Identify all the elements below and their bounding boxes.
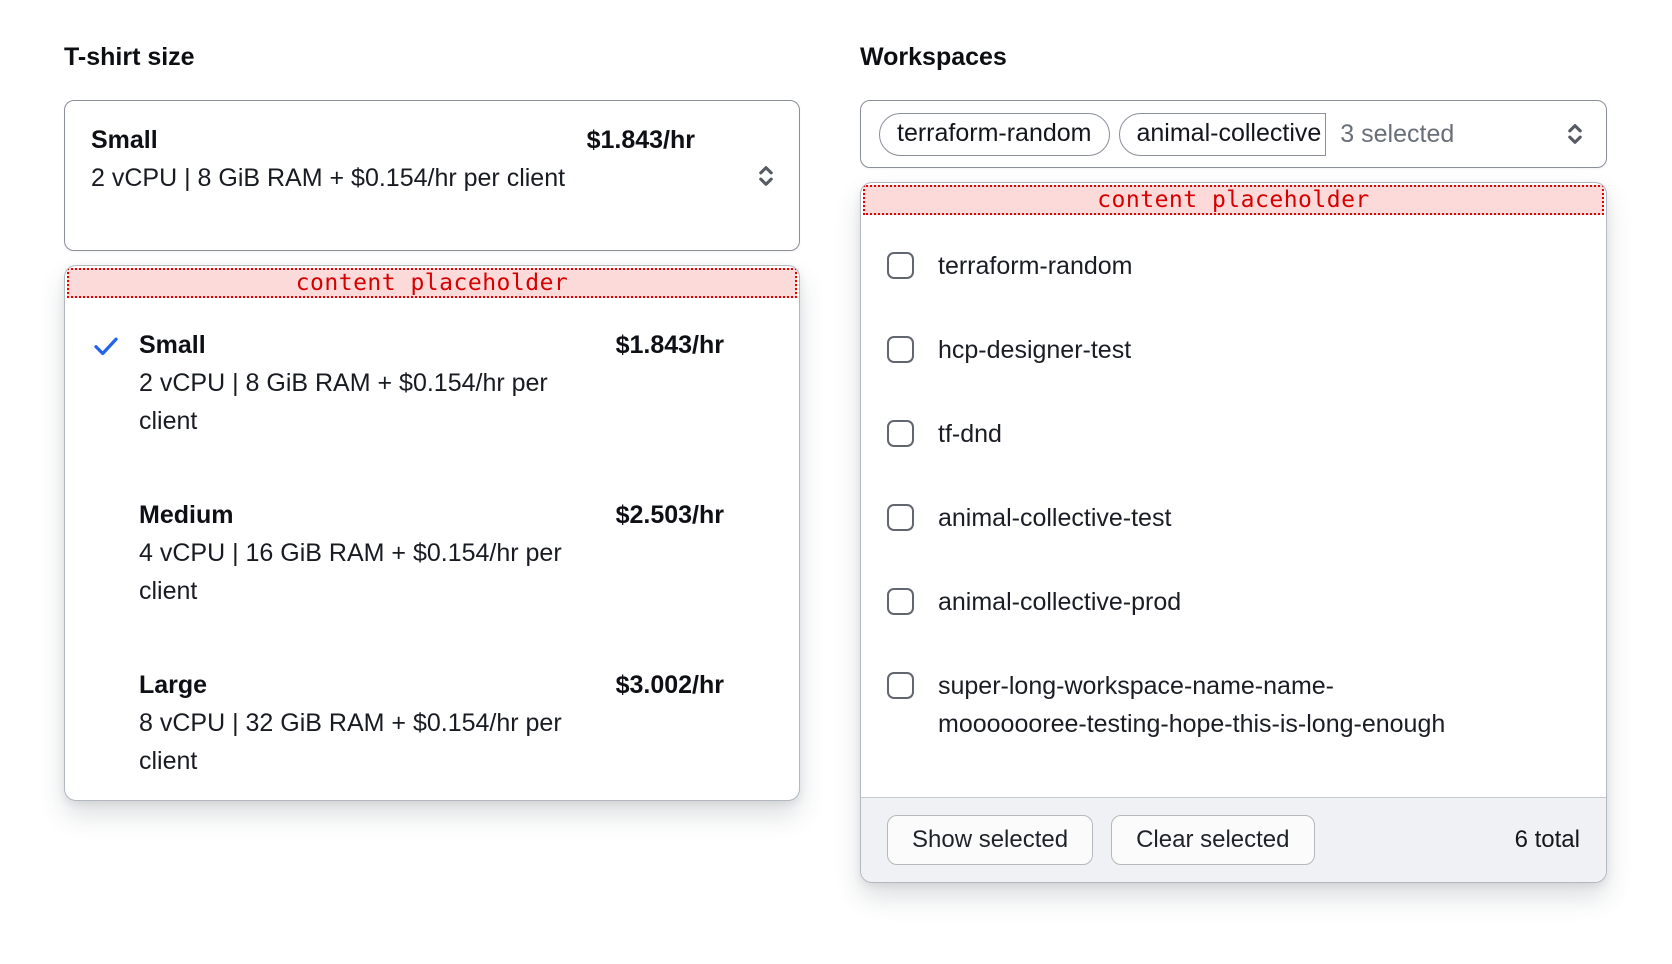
option-price: $3.002/hr — [616, 666, 724, 704]
chevron-updown-icon — [1562, 121, 1588, 147]
option-large[interactable]: Large $3.002/hr 8 vCPU | 32 GiB RAM + $0… — [91, 666, 724, 780]
workspaces-field: Workspaces terraform-random animal-colle… — [860, 42, 1607, 883]
checkbox[interactable] — [887, 588, 914, 615]
checkbox[interactable] — [887, 420, 914, 447]
checkbox[interactable] — [887, 672, 914, 699]
workspace-option[interactable]: animal-collective-test — [887, 499, 1582, 537]
workspaces-listbox: content placeholder terraform-random hcp… — [860, 182, 1607, 883]
workspace-option-label: hcp-designer-test — [938, 331, 1131, 369]
workspace-option-label: animal-collective-prod — [938, 583, 1181, 621]
workspace-option-label: tf-dnd — [938, 415, 1002, 453]
tshirt-size-field: T-shirt size Small $1.843/hr 2 vCPU | 8 … — [64, 42, 800, 801]
option-title: Small — [139, 326, 616, 364]
workspaces-options: terraform-random hcp-designer-test tf-dn… — [861, 217, 1606, 797]
tshirt-size-listbox: content placeholder Small $1.843/hr 2 vC… — [64, 265, 800, 801]
show-selected-button[interactable]: Show selected — [887, 815, 1093, 865]
option-description: 8 vCPU | 32 GiB RAM + $0.154/hr per clie… — [139, 704, 584, 780]
workspace-option[interactable]: terraform-random — [887, 247, 1582, 285]
selected-count: 3 selected — [1340, 120, 1454, 149]
page: T-shirt size Small $1.843/hr 2 vCPU | 8 … — [0, 0, 1672, 964]
workspace-tag[interactable]: terraform-random — [879, 113, 1110, 156]
chevron-updown-icon — [753, 163, 779, 189]
tshirt-size-label: T-shirt size — [64, 42, 800, 72]
workspace-option-label: animal-collective-test — [938, 499, 1171, 537]
selected-option-description: 2 vCPU | 8 GiB RAM + $0.154/hr per clien… — [91, 159, 601, 197]
content-placeholder: content placeholder — [863, 185, 1604, 215]
tshirt-size-select-trigger[interactable]: Small $1.843/hr 2 vCPU | 8 GiB RAM + $0.… — [64, 100, 800, 251]
option-description: 4 vCPU | 16 GiB RAM + $0.154/hr per clie… — [139, 534, 584, 610]
tshirt-size-options: Small $1.843/hr 2 vCPU | 8 GiB RAM + $0.… — [65, 300, 799, 800]
option-title: Medium — [139, 496, 616, 534]
workspace-option[interactable]: animal-collective-prod — [887, 583, 1582, 621]
checkbox[interactable] — [887, 252, 914, 279]
selected-option-price: $1.843/hr — [587, 121, 695, 159]
selected-option-row: Small $1.843/hr — [91, 121, 695, 159]
checkbox[interactable] — [887, 336, 914, 363]
option-medium[interactable]: Medium $2.503/hr 4 vCPU | 16 GiB RAM + $… — [91, 496, 724, 610]
workspace-option[interactable]: hcp-designer-test — [887, 331, 1582, 369]
option-price: $1.843/hr — [616, 326, 724, 364]
option-title: Large — [139, 666, 616, 704]
checkbox[interactable] — [887, 504, 914, 531]
option-price: $2.503/hr — [616, 496, 724, 534]
clear-selected-button[interactable]: Clear selected — [1111, 815, 1314, 865]
workspace-option[interactable]: tf-dnd — [887, 415, 1582, 453]
option-small[interactable]: Small $1.843/hr 2 vCPU | 8 GiB RAM + $0.… — [91, 326, 724, 440]
content-placeholder: content placeholder — [67, 268, 797, 298]
listbox-footer: Show selected Clear selected 6 total — [861, 797, 1606, 882]
workspace-tag-clipped[interactable]: animal-collective — [1119, 113, 1327, 156]
workspace-option[interactable]: super-long-workspace-name-name-moooooore… — [887, 667, 1582, 743]
workspace-option-label: super-long-workspace-name-name-moooooore… — [938, 667, 1478, 743]
total-count: 6 total — [1515, 826, 1580, 854]
selected-option-title: Small — [91, 121, 158, 159]
workspaces-select-trigger[interactable]: terraform-random animal-collective 3 sel… — [860, 100, 1607, 168]
check-icon — [91, 326, 139, 364]
workspaces-label: Workspaces — [860, 42, 1607, 72]
option-description: 2 vCPU | 8 GiB RAM + $0.154/hr per clien… — [139, 364, 584, 440]
workspace-option-label: terraform-random — [938, 247, 1133, 285]
